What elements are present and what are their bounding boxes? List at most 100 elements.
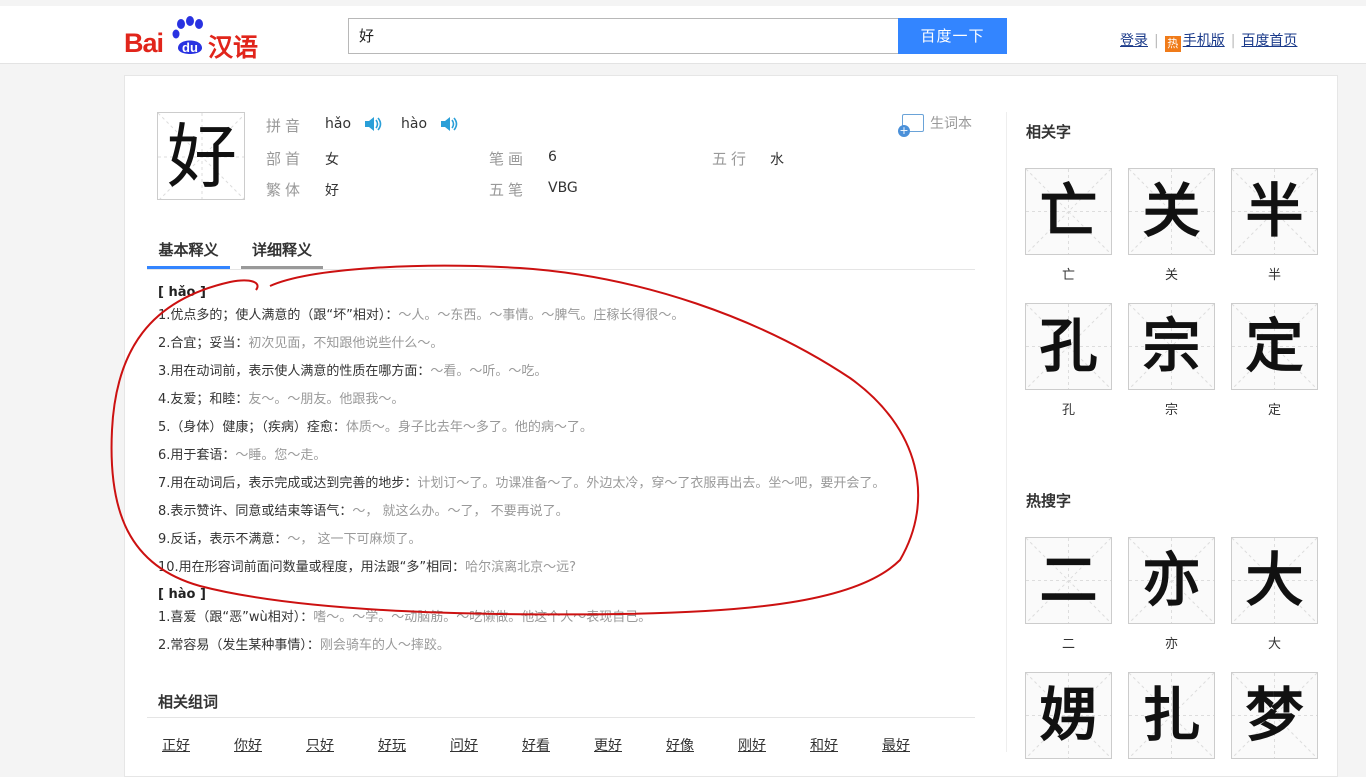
char-tile[interactable]: 扎 [1128, 672, 1215, 759]
mobile-link[interactable]: 手机版 [1183, 33, 1225, 49]
related-word-link[interactable]: 好玩 [378, 735, 406, 755]
related-word-link[interactable]: 正好 [162, 735, 190, 755]
definition-line: 1.喜爱（跟“恶”wù相对）：嗜～。～学。～动脑筋。～吃懒做。他这个人～表现自己… [158, 608, 978, 636]
definition-example: 计划订～了。功课准备～了。外边太冷，穿～了衣服再出去。坐～吧，要开会了。 [417, 476, 886, 491]
related-word-link[interactable]: 更好 [594, 735, 622, 755]
definition-example: ～， 这一下可麻烦了。 [287, 532, 422, 547]
definition-line: 3.用在动词前，表示使人满意的性质在哪方面：～看。～听。～吃。 [158, 362, 978, 390]
definition-tabs: 基本释义 详细释义 [147, 238, 975, 270]
definition-text: 2.常容易（发生某种事情）： [158, 638, 320, 653]
definition-text: 8.表示赞许、同意或结束等语气： [158, 504, 353, 519]
char-tile-glyph: 大 [1245, 546, 1304, 614]
related-word-link[interactable]: 和好 [810, 735, 838, 755]
char-tile-caption[interactable]: 半 [1231, 264, 1318, 283]
search-input[interactable]: 好 [348, 18, 898, 54]
column-divider [1006, 112, 1007, 752]
char-tile[interactable]: 娚 [1025, 672, 1112, 759]
char-tile-glyph: 孔 [1039, 312, 1098, 380]
char-tile[interactable]: 二 [1025, 537, 1112, 624]
char-tile-glyph: 亦 [1142, 546, 1201, 614]
definition-text: 10.用在形容词前面问数量或程度，用法跟“多”相同： [158, 560, 466, 575]
definitions: [ hǎo ] 1.优点多的；使人满意的（跟“坏”相对）：～人。～东西。～事情。… [158, 284, 978, 664]
char-tile-caption[interactable]: 二 [1025, 633, 1112, 652]
related-word-link[interactable]: 你好 [234, 735, 262, 755]
hot-badge-icon: 热 [1164, 36, 1181, 52]
char-tile[interactable]: 关 [1128, 168, 1215, 255]
definition-example: ～， 就这么办。～了， 不要再说了。 [352, 504, 569, 519]
wuxing-value: 水 [770, 152, 784, 168]
definition-line: 4.友爱；和睦：友～。～朋友。他跟我～。 [158, 390, 978, 418]
char-tile[interactable]: 半 [1231, 168, 1318, 255]
char-tile[interactable]: 亡 [1025, 168, 1112, 255]
related-words-title: 相关组词 [158, 693, 219, 711]
char-tile-glyph: 定 [1245, 312, 1304, 380]
char-tile-caption[interactable]: 定 [1231, 399, 1318, 418]
related-word-link[interactable]: 只好 [306, 735, 334, 755]
definition-text: 7.用在动词后，表示完成或达到完善的地步： [158, 476, 418, 491]
definition-text: 1.优点多的；使人满意的（跟“坏”相对）： [158, 308, 399, 323]
char-tile[interactable]: 孔 [1025, 303, 1112, 390]
char-tile-caption[interactable]: 亦 [1128, 633, 1215, 652]
tab-detailed[interactable]: 详细释义 [241, 238, 323, 269]
top-links: 登录 | 热手机版 | 百度首页 [1120, 33, 1298, 52]
related-word-link[interactable]: 最好 [882, 735, 910, 755]
char-tile-caption[interactable]: 关 [1128, 264, 1215, 283]
char-tile[interactable]: 大 [1231, 537, 1318, 624]
vocab-book-button[interactable]: 生词本 [898, 113, 972, 137]
related-word-link[interactable]: 问好 [450, 735, 478, 755]
related-word-link[interactable]: 好像 [666, 735, 694, 755]
speaker-icon[interactable] [364, 116, 382, 132]
definition-line: 2.常容易（发生某种事情）：刚会骑车的人～摔跤。 [158, 636, 978, 664]
pronunciation-heading: [ hào ] [158, 587, 206, 602]
definition-line: 2.合宜；妥当：初次见面，不知跟他说些什么～。 [158, 334, 978, 362]
strokes-label: 笔画 [489, 150, 528, 168]
related-word-link[interactable]: 刚好 [738, 735, 766, 755]
definition-example: 哈尔滨离北京～远? [465, 560, 577, 575]
definition-line: 1.优点多的；使人满意的（跟“坏”相对）：～人。～东西。～事情。～脾气。庄稼长得… [158, 306, 978, 334]
char-tile-caption[interactable]: 宗 [1128, 399, 1215, 418]
char-tile-glyph: 宗 [1142, 312, 1201, 380]
definition-example: 刚会骑车的人～摔跤。 [319, 638, 450, 653]
definition-line: 5.（身体）健康；（疾病）痊愈：体质～。身子比去年～多了。他的病～了。 [158, 418, 978, 446]
char-tile-glyph: 娚 [1039, 681, 1098, 749]
traditional-label: 繁体 [266, 181, 305, 199]
character-stroke-box[interactable]: 好 [157, 112, 245, 200]
definition-example: ～睡。您～走。 [235, 448, 327, 463]
pronunciation-heading: [ hǎo ] [158, 285, 206, 300]
char-tile-glyph: 关 [1142, 177, 1201, 245]
baidu-hanyu-logo[interactable]: Bai du 汉语 [124, 12, 264, 62]
baidu-home-link[interactable]: 百度首页 [1241, 33, 1297, 49]
vocab-book-icon [898, 114, 924, 137]
char-tile-glyph: 梦 [1245, 681, 1304, 749]
definition-example: 初次见面，不知跟他说些什么～。 [248, 336, 444, 351]
definition-example: 体质～。身子比去年～多了。他的病～了。 [345, 420, 593, 435]
char-tile[interactable]: 亦 [1128, 537, 1215, 624]
definition-example: 友～。～朋友。他跟我～。 [248, 392, 405, 407]
char-tile-caption[interactable]: 大 [1231, 633, 1318, 652]
radical-label: 部首 [266, 150, 305, 168]
definition-text: 4.友爱；和睦： [158, 392, 249, 407]
tab-basic[interactable]: 基本释义 [147, 238, 230, 269]
hot-chars-title: 热搜字 [1026, 492, 1072, 510]
definition-text: 9.反话，表示不满意： [158, 532, 288, 547]
speaker-icon[interactable] [440, 116, 458, 132]
paw-icon: du [172, 16, 203, 55]
definition-line: 7.用在动词后，表示完成或达到完善的地步：计划订～了。功课准备～了。外边太冷，穿… [158, 474, 978, 502]
definition-text: 2.合宜；妥当： [158, 336, 249, 351]
char-tile-glyph: 亡 [1039, 177, 1098, 245]
char-tile-caption[interactable]: 亡 [1025, 264, 1112, 283]
char-tile[interactable]: 梦 [1231, 672, 1318, 759]
char-tile[interactable]: 定 [1231, 303, 1318, 390]
definition-text: 1.喜爱（跟“恶”wù相对）： [158, 610, 314, 625]
login-link[interactable]: 登录 [1120, 33, 1148, 49]
definition-line: 8.表示赞许、同意或结束等语气：～， 就这么办。～了， 不要再说了。 [158, 502, 978, 530]
wuxing-label: 五行 [712, 150, 751, 168]
logo-bai: Bai [124, 28, 164, 58]
divider [147, 717, 975, 718]
search-button[interactable]: 百度一下 [898, 18, 1007, 54]
char-tile-glyph: 扎 [1142, 681, 1201, 749]
char-tile-glyph: 半 [1245, 177, 1304, 245]
related-word-link[interactable]: 好看 [522, 735, 550, 755]
char-tile[interactable]: 宗 [1128, 303, 1215, 390]
char-tile-caption[interactable]: 孔 [1025, 399, 1112, 418]
